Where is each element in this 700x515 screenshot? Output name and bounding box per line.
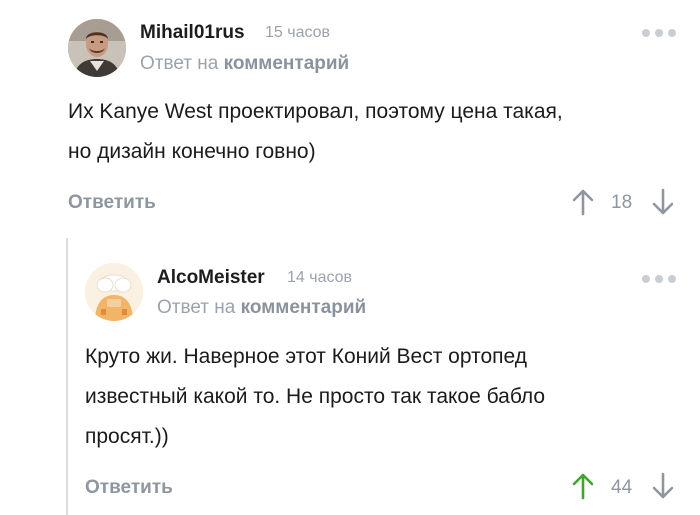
arrow-up-icon[interactable] [570, 472, 596, 505]
reply-button[interactable]: Ответить [68, 192, 156, 214]
comment-text-line: но дизайн конечно говно) [68, 140, 316, 163]
reply-button[interactable]: Ответить [85, 477, 173, 499]
arrow-down-icon[interactable] [650, 188, 676, 221]
comment-text-line: Их Kanye West проектировал, поэтому цена… [68, 100, 563, 123]
comment-time: 15 часов [265, 24, 331, 41]
reply-to-prefix: Ответ на [157, 297, 236, 318]
vote-score: 18 [611, 192, 633, 213]
comment-text: Круто жи. Наверное этот Коний Вест ортоп… [85, 337, 685, 457]
comment-text-line: известный какой то. Не просто так такое … [85, 385, 546, 408]
reply-to-line: Ответ на комментарий [140, 53, 349, 75]
arrow-down-icon[interactable] [650, 472, 676, 505]
comment-text: Их Kanye West проектировал, поэтому цена… [68, 92, 688, 172]
reply-to-link[interactable]: комментарий [241, 297, 367, 318]
arrow-up-icon[interactable] [570, 188, 596, 221]
avatar[interactable] [85, 263, 143, 321]
comment-time: 14 часов [287, 269, 353, 286]
comment: AlcoMeister 14 часов Ответ на комментари… [0, 232, 700, 515]
comment: Mihail01rus 15 часов Ответ на комментари… [0, 0, 700, 230]
vote-score: 44 [611, 477, 633, 498]
comment-text-line: Круто жи. Наверное этот Коний Вест ортоп… [85, 345, 527, 368]
comment-text-line: просят.)) [85, 425, 169, 448]
reply-to-link[interactable]: комментарий [224, 53, 350, 74]
more-dots-icon[interactable] [642, 29, 676, 37]
username[interactable]: AlcoMeister [157, 267, 265, 289]
username[interactable]: Mihail01rus [140, 22, 245, 44]
reply-to-line: Ответ на комментарий [157, 297, 366, 319]
more-dots-icon[interactable] [642, 275, 676, 283]
reply-to-prefix: Ответ на [140, 53, 219, 74]
avatar[interactable] [68, 19, 126, 77]
